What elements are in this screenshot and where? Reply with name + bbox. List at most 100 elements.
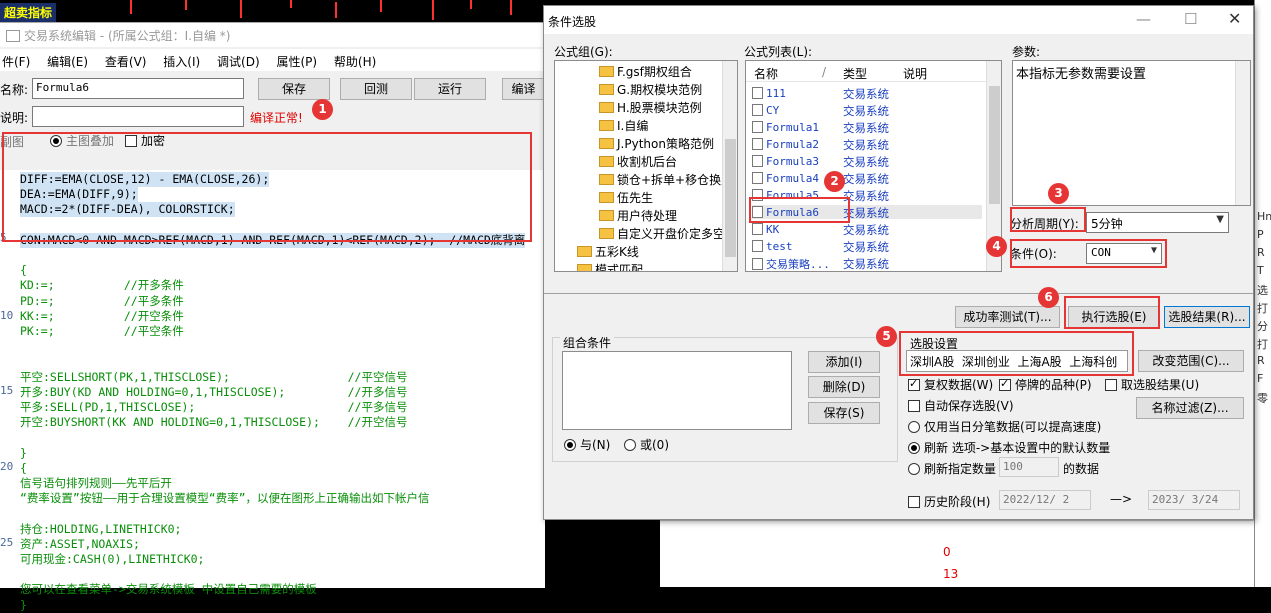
formula-list-item[interactable]: Formula1 交易系统	[752, 120, 982, 135]
date-to-input[interactable]: 2023/ 3/24	[1148, 490, 1240, 510]
backtest-button[interactable]: 回测	[340, 78, 412, 100]
code-line: 资产:ASSET,NOAXIS;	[20, 536, 140, 551]
adjust-data-checkbox[interactable]	[908, 377, 920, 391]
custom-count-option[interactable]: 刷新指定数量	[908, 460, 996, 477]
tree-item[interactable]: 用户待处理	[599, 207, 677, 224]
tree-item[interactable]: I.自编	[599, 117, 648, 134]
editor-titlebar: 交易系统编辑 - (所属公式组：I.自编 *)	[0, 23, 545, 47]
col-header-name[interactable]: 名称	[754, 65, 778, 82]
adjust-data-option[interactable]: 复权数据(W)	[908, 376, 993, 393]
side-label: R	[1257, 354, 1265, 367]
formula-list-item[interactable]: KK 交易系统	[752, 222, 982, 237]
tree-item[interactable]: 自定义开盘价定多空	[599, 225, 725, 242]
annotation-badge-4: 4	[986, 236, 1007, 257]
menu-debug[interactable]: 调试(D)	[217, 55, 260, 69]
tree-item[interactable]: F.gsf期权组合	[599, 63, 692, 80]
tree-item[interactable]: G.期权模块范例	[599, 81, 702, 98]
code-line: }	[20, 597, 27, 612]
menu-insert[interactable]: 插入(I)	[163, 55, 200, 69]
formula-list-item[interactable]: Formula3 交易系统	[752, 154, 982, 169]
tree-scrollbar[interactable]	[722, 61, 737, 271]
side-label: 打	[1257, 338, 1268, 351]
delete-button[interactable]: 删除(D)	[808, 376, 880, 398]
tree-item[interactable]: 伍先生	[599, 189, 653, 206]
negate-result-option[interactable]: 取选股结果(U)	[1105, 376, 1199, 393]
and-radio[interactable]	[564, 439, 576, 451]
negate-result-checkbox[interactable]	[1105, 379, 1117, 391]
formula-group-tree[interactable]: F.gsf期权组合 G.期权模块范例 H.股票模块范例 I.自编 J.Python策略范…	[554, 60, 738, 272]
menu-view[interactable]: 查看(V)	[105, 55, 147, 69]
tree-item[interactable]: 模式匹配	[577, 261, 643, 271]
tree-item[interactable]: J.Python策略范例	[599, 135, 714, 152]
close-icon[interactable]: ✕	[1228, 9, 1241, 28]
suspended-checkbox[interactable]	[999, 377, 1011, 391]
default-count-option[interactable]: 刷新 选项->基本设置中的默认数量	[908, 439, 1110, 456]
save-button[interactable]: 保存	[258, 78, 330, 100]
tree-item[interactable]: H.股票模块范例	[599, 99, 702, 116]
combo-condition-list[interactable]	[562, 351, 792, 430]
or-option[interactable]: 或(0)	[624, 436, 669, 453]
folder-icon	[599, 156, 614, 167]
custom-count-radio[interactable]	[908, 463, 920, 475]
run-button[interactable]: 运行	[414, 78, 486, 100]
formula-list-item[interactable]: Formula2 交易系统	[752, 137, 982, 152]
save-condition-button[interactable]: 保存(S)	[808, 402, 880, 424]
code-line: 可用现金:CASH(0),LINETHICK0;	[20, 552, 205, 566]
today-data-radio[interactable]	[908, 421, 920, 433]
list-scroll-thumb[interactable]	[989, 86, 1000, 204]
annotation-badge-5: 5	[876, 326, 897, 347]
compile-button[interactable]: 编译	[502, 78, 545, 100]
folder-icon	[599, 228, 614, 239]
formula-list-item[interactable]: Formula4 交易系统	[752, 171, 982, 186]
date-arrow: —>	[1110, 492, 1133, 506]
formula-list-item[interactable]: test 交易系统	[752, 239, 982, 254]
formula-list-item[interactable]: 交易策略... 交易系统	[752, 256, 982, 271]
maximize-icon[interactable]: ☐	[1184, 10, 1197, 28]
code-line: KD:=; //开多条件	[20, 278, 184, 293]
menu-properties[interactable]: 属性(P)	[276, 55, 317, 69]
formula-list-item[interactable]: CY 交易系统	[752, 103, 982, 118]
line-number: 25	[0, 536, 14, 549]
minimize-icon[interactable]: —	[1136, 10, 1151, 28]
right-side-toolbar: Hn P R T 选打分打 R F 零	[1254, 0, 1271, 587]
custom-count-suffix: 的数据	[1063, 462, 1100, 476]
history-option[interactable]: 历史阶段(H)	[908, 493, 990, 510]
default-count-radio[interactable]	[908, 442, 920, 454]
tree-item[interactable]: 收割机后台	[599, 153, 677, 170]
custom-count-input[interactable]: 100	[999, 457, 1059, 477]
menu-edit[interactable]: 编辑(E)	[47, 55, 88, 69]
tree-scroll-thumb[interactable]	[725, 139, 736, 257]
col-header-desc[interactable]: 说明	[903, 65, 927, 82]
side-label: 零	[1257, 392, 1268, 405]
add-button[interactable]: 添加(I)	[808, 351, 880, 373]
success-rate-test-button[interactable]: 成功率测试(T)...	[955, 306, 1060, 328]
line-number: 15	[0, 384, 14, 397]
period-select[interactable]: 5分钟 ▼	[1086, 212, 1229, 233]
or-radio[interactable]	[624, 439, 636, 451]
formula-list[interactable]: 名称 / 类型 说明 111 交易系统 CY 交易系统 Formula1 交易系统 Form…	[745, 60, 1002, 272]
autosave-checkbox[interactable]	[908, 400, 920, 412]
col-header-type[interactable]: 类型	[843, 65, 867, 82]
change-range-button[interactable]: 改变范围(C)...	[1138, 350, 1244, 372]
tree-item[interactable]: 五彩K线	[577, 243, 639, 260]
suspended-option[interactable]: 停牌的品种(P)	[999, 376, 1092, 393]
code-line: 持仓:HOLDING,LINETHICK0;	[20, 521, 182, 536]
tree-item[interactable]: 锁仓+拆单+移仓换月	[599, 171, 733, 188]
desc-input[interactable]	[32, 106, 244, 127]
autosave-option[interactable]: 自动保存选股(V)	[908, 397, 1014, 414]
name-filter-button[interactable]: 名称过滤(Z)...	[1136, 397, 1244, 419]
code-line: PD:=; //平多条件	[20, 293, 184, 308]
annotation-box-period	[1010, 207, 1086, 232]
date-from-input[interactable]: 2022/12/ 2	[999, 490, 1091, 510]
formula-list-item[interactable]: 111 交易系统	[752, 86, 982, 101]
and-option[interactable]: 与(N)	[564, 436, 610, 453]
side-label: Hn	[1257, 210, 1271, 223]
today-data-option[interactable]: 仅用当日分笔数据(可以提高速度)	[908, 418, 1101, 435]
code-line: PK:=; //平空条件	[20, 324, 184, 338]
menu-file[interactable]: 件(F)	[2, 55, 30, 69]
params-scrollbar[interactable]	[1235, 61, 1250, 205]
menu-help[interactable]: 帮助(H)	[334, 55, 376, 69]
name-input[interactable]: Formula6	[32, 78, 244, 99]
selection-result-button[interactable]: 选股结果(R)...	[1164, 306, 1250, 328]
history-checkbox[interactable]	[908, 496, 920, 508]
